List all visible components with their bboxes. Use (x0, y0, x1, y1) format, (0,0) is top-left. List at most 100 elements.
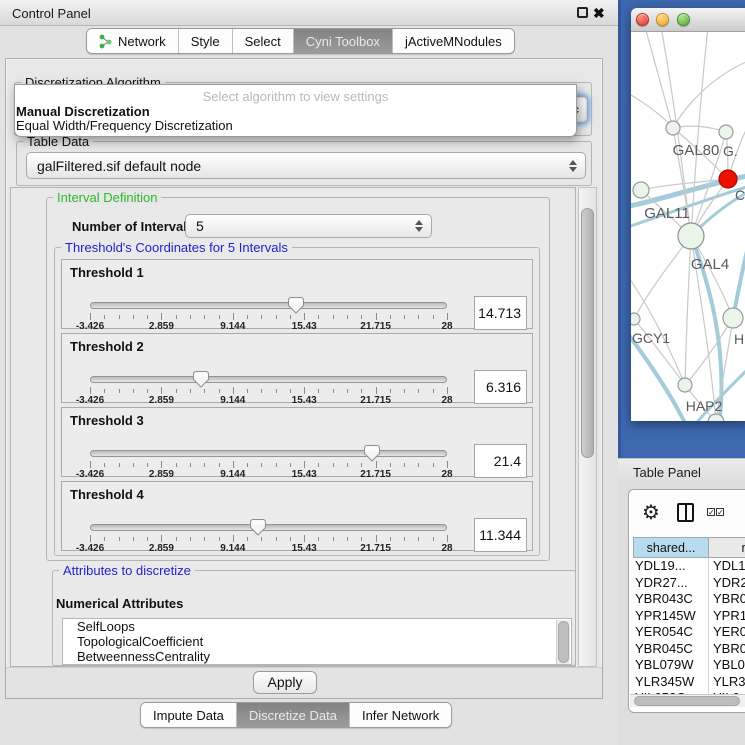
threshold-label: Threshold 4 (70, 487, 144, 502)
checkbox-pair-icon[interactable]: ✓ ✓ (707, 508, 724, 516)
slider-scale-labels: -3.4262.8599.14415.4321.71528 (90, 543, 447, 555)
table-row[interactable]: YER054CYER0 (633, 624, 745, 641)
network-node[interactable] (678, 378, 692, 392)
network-node[interactable] (719, 170, 737, 188)
network-edge (631, 92, 673, 128)
table-panel-titlebar: Table Panel (618, 458, 745, 484)
scrollbar-thumb[interactable] (581, 208, 594, 458)
vertical-scrollbar[interactable] (578, 187, 597, 667)
network-node-label: C (735, 187, 745, 203)
attributes-list-scrollbar[interactable] (556, 620, 570, 664)
option-manual-discretization[interactable]: Manual Discretization (16, 104, 150, 119)
slider-thumb[interactable] (288, 297, 304, 314)
slider-ticks (90, 313, 447, 321)
slider-thumb[interactable] (364, 445, 380, 462)
network-window-titlebar[interactable] (631, 8, 745, 32)
table-row[interactable]: YDR27...YDR2 (633, 575, 745, 592)
node-table-container: ⚙ ✓ ✓ shared... na YDL19...YDL1YDR27...Y… (628, 489, 745, 713)
scale-label: 15.43 (292, 543, 317, 554)
slider-track[interactable] (90, 302, 447, 309)
scale-label: 9.144 (220, 321, 245, 332)
number-of-intervals-value: 5 (196, 218, 204, 234)
tab-infer-network[interactable]: Infer Network (350, 703, 451, 727)
table-row[interactable]: YDL19...YDL1 (633, 558, 745, 575)
panel-title: Control Panel (12, 6, 91, 21)
table-cell: YDR2 (709, 575, 745, 592)
column-header-shared-name[interactable]: shared... (633, 537, 709, 558)
table-row[interactable]: YBR043CYBR0 (633, 591, 745, 608)
tab-network[interactable]: Network (87, 29, 179, 53)
slider-track[interactable] (90, 450, 447, 457)
slider-thumb[interactable] (250, 519, 266, 536)
network-node[interactable] (666, 121, 680, 135)
table-data-combobox[interactable]: galFiltered.sif default node (26, 152, 586, 179)
threshold-value-field[interactable]: 21.4 (474, 444, 527, 478)
minimize-traffic-light-icon[interactable] (656, 13, 669, 26)
tab-jactivemnodules[interactable]: jActiveMNodules (393, 29, 514, 53)
table-cell: YBL079W (633, 657, 709, 674)
float-window-icon[interactable] (577, 7, 588, 18)
table-cell: YLR3 (709, 674, 745, 691)
network-node[interactable] (723, 308, 743, 328)
network-node-label: HAP2 (686, 398, 723, 414)
zoom-traffic-light-icon[interactable] (677, 13, 690, 26)
table-row[interactable]: YBR045CYBR0 (633, 641, 745, 658)
split-columns-icon[interactable] (677, 503, 694, 522)
threshold-slider[interactable]: -3.4262.8599.14415.4321.71528 (90, 300, 447, 330)
slider-ticks (90, 461, 447, 469)
option-equal-width-frequency[interactable]: Equal Width/Frequency Discretization (16, 118, 233, 133)
network-icon (99, 34, 112, 49)
threshold-row: Threshold 1 -3.4262.8599.14415.4321.7152… (61, 259, 533, 329)
network-edge (733, 227, 745, 318)
table-panel-title: Table Panel (633, 465, 701, 480)
network-node[interactable] (678, 223, 704, 249)
threshold-slider[interactable]: -3.4262.8599.14415.4321.71528 (90, 522, 447, 552)
tab-cyni-toolbox[interactable]: Cyni Toolbox (294, 29, 393, 53)
threshold-value-field[interactable]: 6.316 (474, 370, 527, 404)
attribute-item[interactable]: SelfLoops (63, 619, 571, 634)
slider-thumb[interactable] (193, 371, 209, 388)
network-edge (685, 318, 733, 385)
table-row[interactable]: YBL079WYBL0 (633, 657, 745, 674)
threshold-slider[interactable]: -3.4262.8599.14415.4321.71528 (90, 448, 447, 478)
scrollbar-thumb[interactable] (558, 621, 569, 663)
slider-track[interactable] (90, 524, 447, 531)
gear-icon[interactable]: ⚙ (642, 500, 660, 525)
number-of-intervals-label: Number of Intervals (72, 219, 194, 234)
tab-discretize-data[interactable]: Discretize Data (237, 703, 350, 727)
table-cell: YPR145W (633, 608, 709, 625)
tab-select[interactable]: Select (233, 29, 294, 53)
network-canvas-svg: GAL80G.CGAL11GAL4GCY1HHAP2 (631, 32, 745, 421)
horizontal-scrollbar[interactable] (630, 694, 745, 707)
threshold-value-field[interactable]: 14.713 (474, 296, 527, 330)
close-traffic-light-icon[interactable] (636, 13, 649, 26)
numerical-attributes-list[interactable]: SelfLoopsTopologicalCoefficientBetweenne… (62, 618, 572, 665)
close-icon[interactable]: ✖ (593, 7, 606, 20)
thresholds-container: Threshold 1 -3.4262.8599.14415.4321.7152… (61, 259, 533, 555)
column-header-name[interactable]: na (709, 537, 745, 558)
table-cell: YBL0 (709, 657, 745, 674)
network-node[interactable] (633, 182, 649, 198)
attribute-item[interactable]: TopologicalCoefficient (63, 634, 571, 649)
table-row[interactable]: YPR145WYPR1 (633, 608, 745, 625)
table-cell: YDR27... (633, 575, 709, 592)
attribute-item[interactable]: BetweennessCentrality (63, 649, 571, 664)
network-edge (673, 62, 745, 128)
network-edge (631, 272, 685, 385)
tab-network-label: Network (118, 34, 166, 49)
number-of-intervals-combobox[interactable]: 5 (185, 214, 432, 238)
network-node[interactable] (631, 313, 640, 325)
tab-impute-data[interactable]: Impute Data (141, 703, 237, 727)
table-cell: YLR345W (633, 674, 709, 691)
scrollbar-thumb[interactable] (634, 696, 740, 706)
slider-scale-labels: -3.4262.8599.14415.4321.71528 (90, 469, 447, 481)
tab-style[interactable]: Style (179, 29, 233, 53)
apply-button[interactable]: Apply (253, 671, 317, 694)
slider-track[interactable] (90, 376, 447, 383)
network-node[interactable] (719, 125, 733, 139)
table-row[interactable]: YLR345WYLR3 (633, 674, 745, 691)
threshold-value-field[interactable]: 11.344 (474, 518, 527, 552)
threshold-slider[interactable]: -3.4262.8599.14415.4321.71528 (90, 374, 447, 404)
scale-label: 21.715 (360, 395, 391, 406)
network-canvas[interactable]: GAL80G.CGAL11GAL4GCY1HHAP2 (631, 32, 745, 421)
